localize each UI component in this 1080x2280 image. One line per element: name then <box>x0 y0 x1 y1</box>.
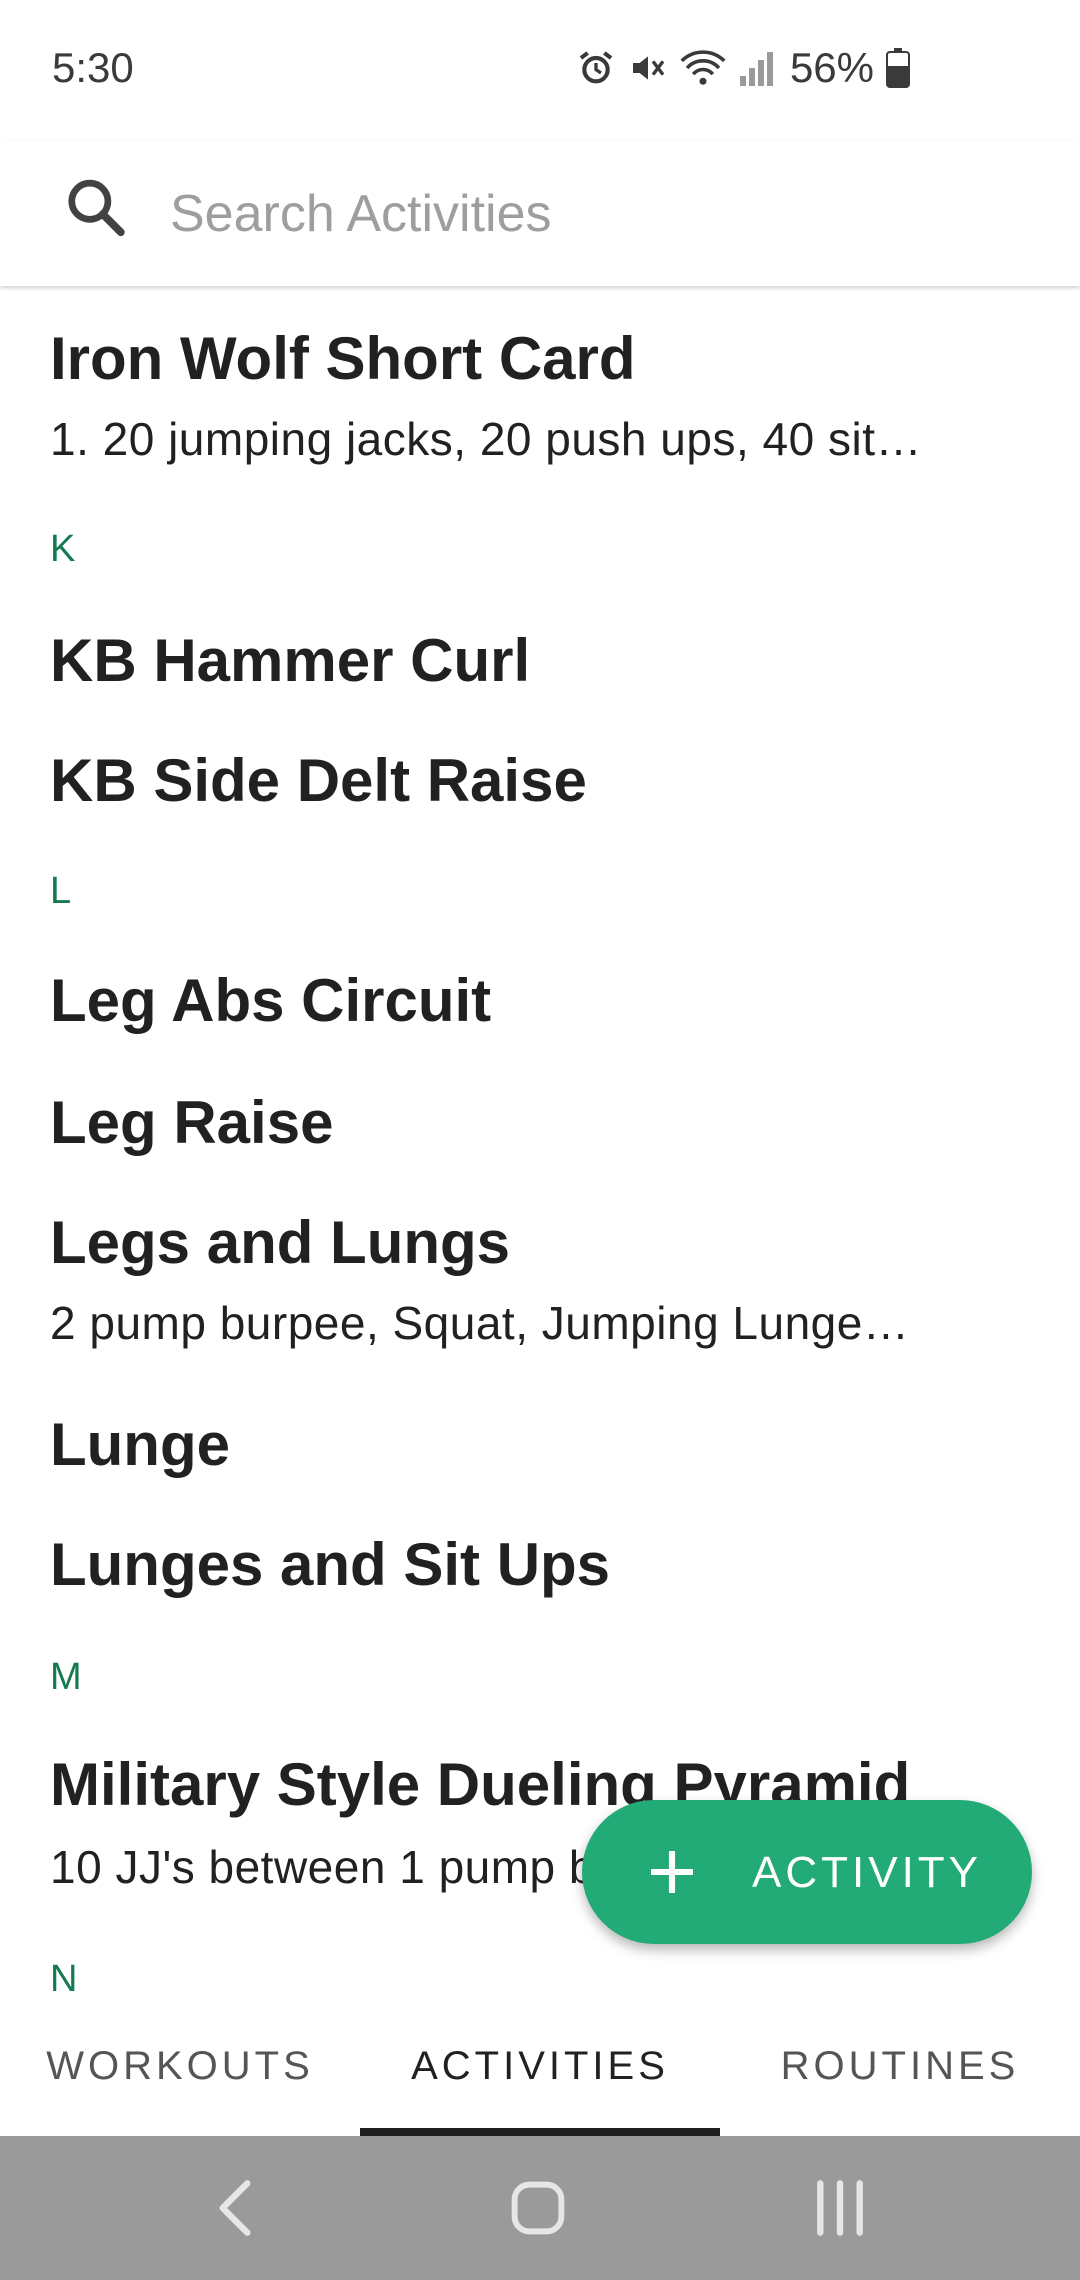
home-icon[interactable] <box>508 2176 568 2245</box>
section-letter: N <box>50 1958 78 1996</box>
status-bar: 5:30 56% <box>0 0 1080 140</box>
section-letter: L <box>50 870 72 912</box>
back-icon[interactable] <box>210 2176 260 2245</box>
list-item-subtitle: 2 pump burpee, Squat, Jumping Lunge… <box>50 1297 910 1349</box>
tab-routines[interactable]: ROUTINES <box>720 1996 1080 2136</box>
wifi-icon <box>680 48 726 88</box>
system-nav-bar <box>0 2136 1080 2280</box>
add-activity-label: ACTIVITY <box>752 1848 983 1897</box>
list-item-subtitle: 1. 20 jumping jacks, 20 push ups, 40 sit… <box>50 413 922 465</box>
mute-icon <box>628 48 668 88</box>
active-tab-indicator <box>360 2128 720 2136</box>
list-item-title[interactable]: KB Side Delt Raise <box>50 746 1010 815</box>
list-item-title[interactable]: Lunge <box>50 1410 1010 1479</box>
section-letter: K <box>50 528 76 570</box>
battery-percent: 56% <box>789 44 874 91</box>
status-icons: 56% <box>576 44 910 92</box>
list-item-title[interactable]: Leg Raise <box>50 1088 1010 1157</box>
alarm-icon <box>576 48 616 88</box>
tab-workouts[interactable]: WORKOUTS <box>0 1996 360 2136</box>
battery-icon <box>886 48 910 88</box>
signal-icon <box>738 48 774 88</box>
list-item-title[interactable]: Legs and Lungs <box>50 1208 1010 1277</box>
activities-list: Iron Wolf Short Card 1. 20 jumping jacks… <box>0 286 1080 1996</box>
screen: 5:30 56% Iron Wolf Shor <box>0 0 1080 2280</box>
list-item-title[interactable]: Lunges and Sit Ups <box>50 1530 1010 1599</box>
status-time: 5:30 <box>52 44 134 91</box>
tab-activities[interactable]: ACTIVITIES <box>360 1996 720 2136</box>
bottom-tab-bar: WORKOUTS ACTIVITIES ROUTINES <box>0 1996 1080 2136</box>
plus-icon <box>644 1844 700 1905</box>
search-icon[interactable] <box>64 172 126 251</box>
list-item-title[interactable]: Leg Abs Circuit <box>50 966 1010 1035</box>
recents-icon[interactable] <box>812 2176 868 2245</box>
list-item-title[interactable]: Iron Wolf Short Card <box>50 324 1010 393</box>
add-activity-button[interactable]: ACTIVITY <box>582 1800 1032 1944</box>
section-letter: M <box>50 1656 82 1698</box>
search-input[interactable] <box>168 170 992 258</box>
search-bar <box>0 140 1080 286</box>
list-item-title[interactable]: KB Hammer Curl <box>50 626 1010 695</box>
